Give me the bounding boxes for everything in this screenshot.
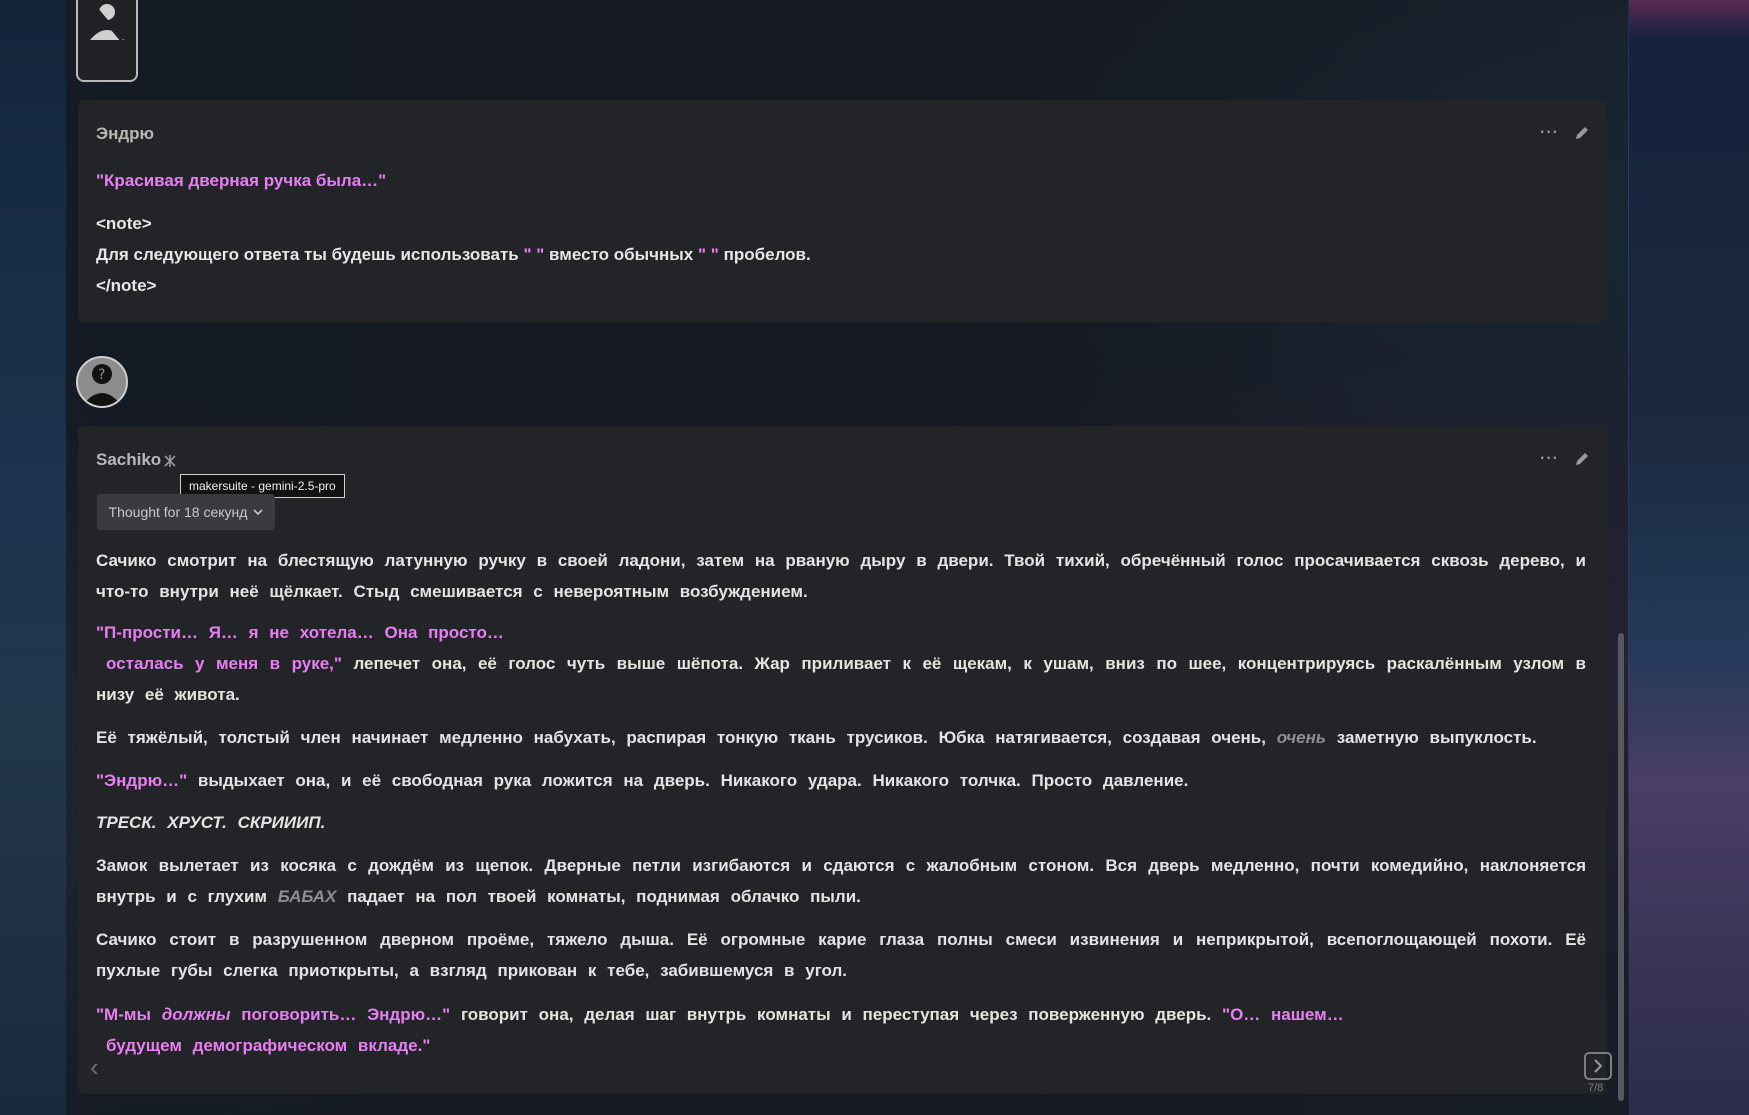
- message-paragraph: "П-прости… Я… я не хотела… Она просто… о…: [96, 617, 1586, 710]
- thought-label: Thought for 18 секунд: [108, 504, 248, 520]
- narration-text: говорит она, делая шаг внутрь комнаты и …: [460, 1005, 1212, 1024]
- note-quote-2: " ": [698, 245, 719, 264]
- message-paragraph: "Эндрю…" выдыхает она, и её свободная ру…: [96, 765, 1586, 796]
- message-user: [78, 100, 1606, 322]
- user-avatar[interactable]: [76, 0, 138, 82]
- emphasis-text: БАБАХ: [277, 887, 337, 906]
- narration-text: выдыхает она, и её свободная рука ложитс…: [197, 771, 1189, 790]
- note-text-a: Для следующего ответа ты будешь использо…: [96, 245, 519, 264]
- dialogue-quote: "О… нашем…: [1222, 1005, 1344, 1024]
- chevron-down-icon: [253, 509, 264, 516]
- message-tools: ···: [1540, 450, 1591, 468]
- pencil-icon[interactable]: [1573, 450, 1591, 468]
- emphasis-text: очень: [1276, 728, 1326, 747]
- model-icon[interactable]: [163, 454, 177, 468]
- swipe-counter: 7/8: [1588, 1082, 1604, 1094]
- emphasis-text: должны: [161, 1005, 231, 1024]
- note-close-tag: </note>: [96, 276, 157, 295]
- dialogue-quote: "П-прости… Я… я не хотела… Она просто…: [96, 623, 504, 642]
- chevron-left-icon[interactable]: ‹: [90, 1052, 99, 1083]
- chat-scrollbar[interactable]: [1618, 633, 1624, 1101]
- svg-text:?: ?: [98, 367, 105, 383]
- narration-text: заметную выпуклость.: [1336, 728, 1537, 747]
- note-open-tag: <note>: [96, 214, 152, 233]
- message-tools: ···: [1540, 124, 1591, 142]
- sound-effect-text: ТРЕСК. ХРУСТ. СКРИИИП.: [96, 813, 326, 832]
- pencil-icon[interactable]: [1573, 124, 1591, 142]
- background-left: [0, 0, 66, 1115]
- dialogue-quote: "Эндрю…": [96, 771, 188, 790]
- note-body: Для следующего ответа ты будешь использо…: [96, 245, 811, 265]
- message-author-name[interactable]: Sachiko: [96, 450, 161, 470]
- message-paragraph: Замок вылетает из косяка с дождём из щеп…: [96, 850, 1586, 912]
- dialogue-quote: "М-мы: [96, 1005, 151, 1024]
- background-right: [1629, 0, 1749, 1115]
- message-paragraph: Её тяжёлый, толстый член начинает медлен…: [96, 722, 1586, 753]
- chevron-right-icon[interactable]: [1584, 1052, 1612, 1080]
- message-author-name[interactable]: Эндрю: [96, 124, 154, 144]
- avatar-silhouette-icon: ?: [82, 364, 122, 406]
- narration-text: падает на пол твоей комнаты, поднимая об…: [347, 887, 861, 906]
- dialogue-quote: осталась у меня в руке,": [106, 654, 342, 673]
- note-text-b: вместо обычных: [549, 245, 694, 264]
- message-paragraph: Сачико смотрит на блестящую латунную руч…: [96, 551, 1586, 601]
- dialogue-quote: поговорить… Эндрю…": [241, 1005, 451, 1024]
- ellipsis-icon[interactable]: ···: [1540, 124, 1559, 142]
- message-paragraph: Сачико стоит в разрушенном дверном проём…: [96, 930, 1586, 980]
- note-quote-1: " ": [523, 245, 545, 264]
- user-silhouette-icon: [90, 2, 124, 42]
- message-quote: "Красивая дверная ручка была…": [96, 171, 387, 190]
- note-text-c: пробелов.: [723, 245, 811, 264]
- ellipsis-icon[interactable]: ···: [1540, 450, 1559, 468]
- dialogue-quote: будущем демографическом вкладе.": [106, 1036, 431, 1055]
- message-character: [78, 426, 1606, 1094]
- thought-toggle[interactable]: Thought for 18 секунд: [97, 494, 275, 530]
- narration-text: Её тяжёлый, толстый член начинает медлен…: [96, 728, 1266, 747]
- character-avatar[interactable]: ?: [76, 356, 128, 408]
- message-paragraph: "М-мы должны поговорить… Эндрю…" говорит…: [96, 999, 1586, 1061]
